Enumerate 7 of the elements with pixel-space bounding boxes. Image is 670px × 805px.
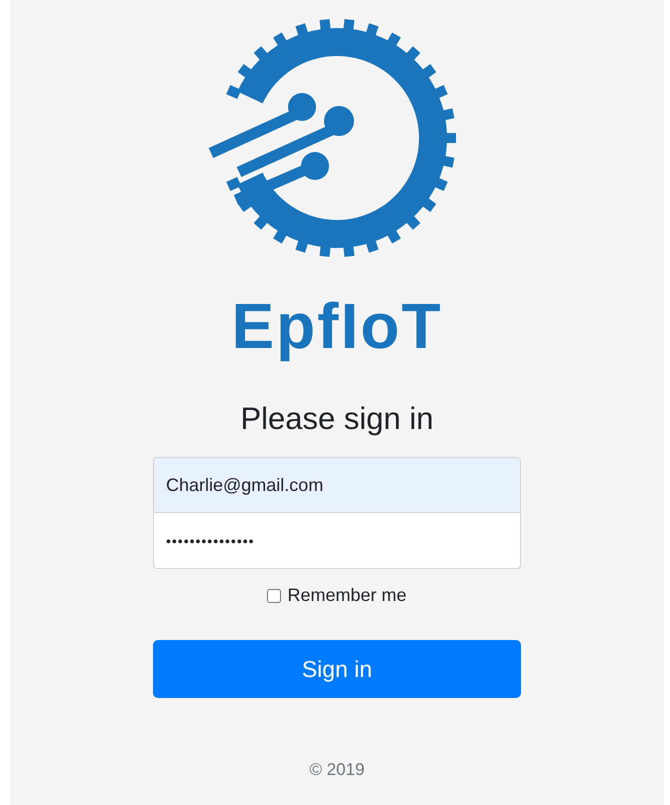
remember-me-label: Remember me	[287, 585, 407, 606]
password-field[interactable]: •••••••••••••••	[153, 513, 521, 570]
sign-in-button[interactable]: Sign in	[153, 640, 521, 698]
email-field[interactable]: Charlie@gmail.com	[153, 457, 521, 514]
remember-me-checkbox[interactable]	[267, 588, 282, 603]
sign-in-heading: Please sign in	[240, 400, 434, 438]
copyright-text: © 2019	[309, 760, 365, 780]
